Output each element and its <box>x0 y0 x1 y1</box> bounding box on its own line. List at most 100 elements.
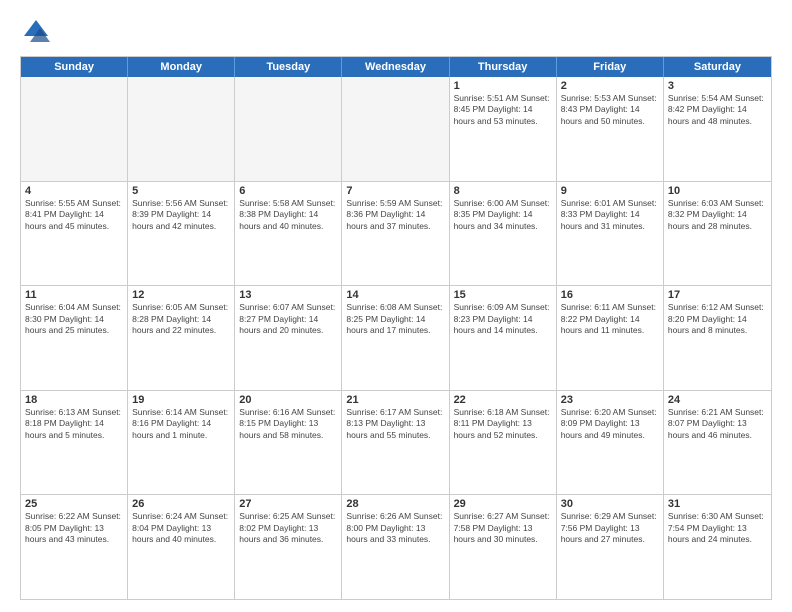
day-number: 19 <box>132 394 230 406</box>
day-number: 7 <box>346 185 444 197</box>
day-info: Sunrise: 5:59 AM Sunset: 8:36 PM Dayligh… <box>346 198 444 232</box>
day-cell-10: 10Sunrise: 6:03 AM Sunset: 8:32 PM Dayli… <box>664 182 771 286</box>
day-number: 13 <box>239 289 337 301</box>
day-info: Sunrise: 6:14 AM Sunset: 8:16 PM Dayligh… <box>132 407 230 441</box>
day-cell-5: 5Sunrise: 5:56 AM Sunset: 8:39 PM Daylig… <box>128 182 235 286</box>
day-cell-27: 27Sunrise: 6:25 AM Sunset: 8:02 PM Dayli… <box>235 495 342 599</box>
day-cell-12: 12Sunrise: 6:05 AM Sunset: 8:28 PM Dayli… <box>128 286 235 390</box>
empty-cell <box>342 77 449 181</box>
day-cell-23: 23Sunrise: 6:20 AM Sunset: 8:09 PM Dayli… <box>557 391 664 495</box>
day-cell-9: 9Sunrise: 6:01 AM Sunset: 8:33 PM Daylig… <box>557 182 664 286</box>
day-number: 15 <box>454 289 552 301</box>
day-number: 31 <box>668 498 767 510</box>
header <box>20 16 772 48</box>
day-number: 10 <box>668 185 767 197</box>
day-cell-8: 8Sunrise: 6:00 AM Sunset: 8:35 PM Daylig… <box>450 182 557 286</box>
day-header-sunday: Sunday <box>21 57 128 77</box>
day-info: Sunrise: 5:55 AM Sunset: 8:41 PM Dayligh… <box>25 198 123 232</box>
day-cell-13: 13Sunrise: 6:07 AM Sunset: 8:27 PM Dayli… <box>235 286 342 390</box>
calendar-header: SundayMondayTuesdayWednesdayThursdayFrid… <box>21 57 771 77</box>
day-cell-4: 4Sunrise: 5:55 AM Sunset: 8:41 PM Daylig… <box>21 182 128 286</box>
day-cell-30: 30Sunrise: 6:29 AM Sunset: 7:56 PM Dayli… <box>557 495 664 599</box>
empty-cell <box>235 77 342 181</box>
day-cell-26: 26Sunrise: 6:24 AM Sunset: 8:04 PM Dayli… <box>128 495 235 599</box>
calendar-week-4: 18Sunrise: 6:13 AM Sunset: 8:18 PM Dayli… <box>21 390 771 495</box>
day-cell-31: 31Sunrise: 6:30 AM Sunset: 7:54 PM Dayli… <box>664 495 771 599</box>
day-number: 27 <box>239 498 337 510</box>
calendar-week-5: 25Sunrise: 6:22 AM Sunset: 8:05 PM Dayli… <box>21 494 771 599</box>
day-info: Sunrise: 6:29 AM Sunset: 7:56 PM Dayligh… <box>561 511 659 545</box>
day-number: 21 <box>346 394 444 406</box>
calendar-week-1: 1Sunrise: 5:51 AM Sunset: 8:45 PM Daylig… <box>21 77 771 181</box>
day-info: Sunrise: 6:05 AM Sunset: 8:28 PM Dayligh… <box>132 302 230 336</box>
day-info: Sunrise: 5:56 AM Sunset: 8:39 PM Dayligh… <box>132 198 230 232</box>
day-cell-18: 18Sunrise: 6:13 AM Sunset: 8:18 PM Dayli… <box>21 391 128 495</box>
day-cell-28: 28Sunrise: 6:26 AM Sunset: 8:00 PM Dayli… <box>342 495 449 599</box>
day-cell-3: 3Sunrise: 5:54 AM Sunset: 8:42 PM Daylig… <box>664 77 771 181</box>
calendar-body: 1Sunrise: 5:51 AM Sunset: 8:45 PM Daylig… <box>21 77 771 599</box>
day-number: 6 <box>239 185 337 197</box>
day-info: Sunrise: 6:16 AM Sunset: 8:15 PM Dayligh… <box>239 407 337 441</box>
day-cell-25: 25Sunrise: 6:22 AM Sunset: 8:05 PM Dayli… <box>21 495 128 599</box>
day-number: 2 <box>561 80 659 92</box>
day-number: 17 <box>668 289 767 301</box>
day-number: 4 <box>25 185 123 197</box>
day-number: 25 <box>25 498 123 510</box>
day-info: Sunrise: 6:24 AM Sunset: 8:04 PM Dayligh… <box>132 511 230 545</box>
day-number: 1 <box>454 80 552 92</box>
day-number: 24 <box>668 394 767 406</box>
day-cell-20: 20Sunrise: 6:16 AM Sunset: 8:15 PM Dayli… <box>235 391 342 495</box>
day-cell-2: 2Sunrise: 5:53 AM Sunset: 8:43 PM Daylig… <box>557 77 664 181</box>
calendar: SundayMondayTuesdayWednesdayThursdayFrid… <box>20 56 772 600</box>
day-cell-6: 6Sunrise: 5:58 AM Sunset: 8:38 PM Daylig… <box>235 182 342 286</box>
calendar-week-2: 4Sunrise: 5:55 AM Sunset: 8:41 PM Daylig… <box>21 181 771 286</box>
day-number: 14 <box>346 289 444 301</box>
day-number: 18 <box>25 394 123 406</box>
day-info: Sunrise: 6:01 AM Sunset: 8:33 PM Dayligh… <box>561 198 659 232</box>
empty-cell <box>128 77 235 181</box>
day-info: Sunrise: 6:03 AM Sunset: 8:32 PM Dayligh… <box>668 198 767 232</box>
day-number: 28 <box>346 498 444 510</box>
day-info: Sunrise: 6:26 AM Sunset: 8:00 PM Dayligh… <box>346 511 444 545</box>
day-number: 26 <box>132 498 230 510</box>
day-info: Sunrise: 6:00 AM Sunset: 8:35 PM Dayligh… <box>454 198 552 232</box>
day-info: Sunrise: 6:11 AM Sunset: 8:22 PM Dayligh… <box>561 302 659 336</box>
day-info: Sunrise: 6:25 AM Sunset: 8:02 PM Dayligh… <box>239 511 337 545</box>
day-info: Sunrise: 6:07 AM Sunset: 8:27 PM Dayligh… <box>239 302 337 336</box>
day-number: 9 <box>561 185 659 197</box>
day-number: 12 <box>132 289 230 301</box>
day-cell-17: 17Sunrise: 6:12 AM Sunset: 8:20 PM Dayli… <box>664 286 771 390</box>
day-header-wednesday: Wednesday <box>342 57 449 77</box>
day-cell-14: 14Sunrise: 6:08 AM Sunset: 8:25 PM Dayli… <box>342 286 449 390</box>
day-header-monday: Monday <box>128 57 235 77</box>
empty-cell <box>21 77 128 181</box>
day-info: Sunrise: 6:09 AM Sunset: 8:23 PM Dayligh… <box>454 302 552 336</box>
day-number: 16 <box>561 289 659 301</box>
day-info: Sunrise: 6:04 AM Sunset: 8:30 PM Dayligh… <box>25 302 123 336</box>
day-number: 8 <box>454 185 552 197</box>
day-info: Sunrise: 6:18 AM Sunset: 8:11 PM Dayligh… <box>454 407 552 441</box>
day-cell-1: 1Sunrise: 5:51 AM Sunset: 8:45 PM Daylig… <box>450 77 557 181</box>
day-info: Sunrise: 6:08 AM Sunset: 8:25 PM Dayligh… <box>346 302 444 336</box>
day-info: Sunrise: 5:58 AM Sunset: 8:38 PM Dayligh… <box>239 198 337 232</box>
calendar-week-3: 11Sunrise: 6:04 AM Sunset: 8:30 PM Dayli… <box>21 285 771 390</box>
day-number: 23 <box>561 394 659 406</box>
day-header-thursday: Thursday <box>450 57 557 77</box>
day-number: 3 <box>668 80 767 92</box>
day-cell-19: 19Sunrise: 6:14 AM Sunset: 8:16 PM Dayli… <box>128 391 235 495</box>
day-cell-24: 24Sunrise: 6:21 AM Sunset: 8:07 PM Dayli… <box>664 391 771 495</box>
day-cell-11: 11Sunrise: 6:04 AM Sunset: 8:30 PM Dayli… <box>21 286 128 390</box>
day-cell-7: 7Sunrise: 5:59 AM Sunset: 8:36 PM Daylig… <box>342 182 449 286</box>
day-cell-21: 21Sunrise: 6:17 AM Sunset: 8:13 PM Dayli… <box>342 391 449 495</box>
day-number: 11 <box>25 289 123 301</box>
day-info: Sunrise: 6:27 AM Sunset: 7:58 PM Dayligh… <box>454 511 552 545</box>
day-header-tuesday: Tuesday <box>235 57 342 77</box>
day-number: 5 <box>132 185 230 197</box>
day-info: Sunrise: 5:53 AM Sunset: 8:43 PM Dayligh… <box>561 93 659 127</box>
day-info: Sunrise: 6:17 AM Sunset: 8:13 PM Dayligh… <box>346 407 444 441</box>
day-header-saturday: Saturday <box>664 57 771 77</box>
day-cell-22: 22Sunrise: 6:18 AM Sunset: 8:11 PM Dayli… <box>450 391 557 495</box>
logo-icon <box>20 16 52 48</box>
day-info: Sunrise: 6:22 AM Sunset: 8:05 PM Dayligh… <box>25 511 123 545</box>
day-cell-15: 15Sunrise: 6:09 AM Sunset: 8:23 PM Dayli… <box>450 286 557 390</box>
